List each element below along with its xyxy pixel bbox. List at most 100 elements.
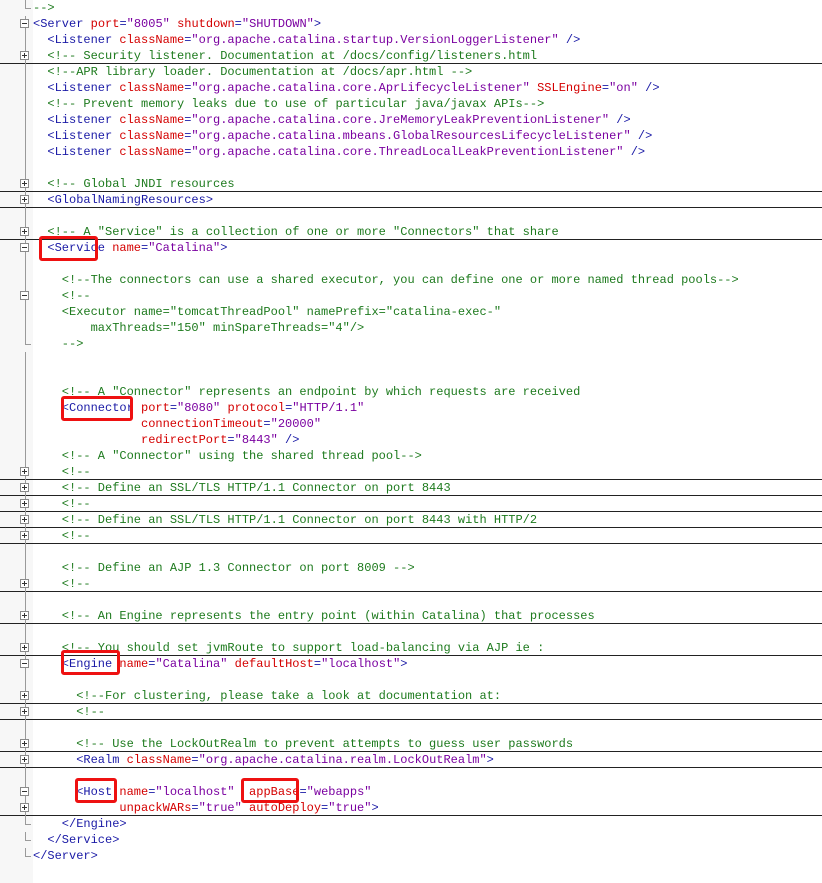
code-line[interactable]: <!-- [0,528,822,544]
fold-expand-icon[interactable] [20,643,29,652]
fold-expand-icon[interactable] [20,579,29,588]
fold-expand-icon[interactable] [20,755,29,764]
code-line[interactable] [0,352,822,368]
code-text: <!-- You should set jvmRoute to support … [62,640,544,656]
fold-expand-icon[interactable] [20,179,29,188]
code-line[interactable] [0,768,822,784]
code-line[interactable] [0,624,822,640]
code-line[interactable] [0,160,822,176]
code-token: > [400,657,408,671]
code-token: "8080" [177,401,221,415]
code-token: <!-- Define an SSL/TLS HTTP/1.1 Connecto… [61,513,538,527]
fold-expand-icon[interactable] [20,691,29,700]
code-line[interactable]: <!-- A "Connector" using the shared thre… [0,448,822,464]
code-line[interactable]: <!-- Prevent memory leaks due to use of … [0,96,822,112]
fold-expand-icon[interactable] [20,51,29,60]
code-line[interactable]: unpackWARs="true" autoDeploy="true"> [0,800,822,816]
code-line[interactable]: <!-- Define an SSL/TLS HTTP/1.1 Connecto… [0,512,822,528]
code-line[interactable]: <Listener className="org.apache.catalina… [0,128,822,144]
code-line[interactable] [0,592,822,608]
code-token: port [90,17,120,31]
code-text: <Listener className="org.apache.catalina… [47,80,659,96]
code-line[interactable]: --> [0,336,822,352]
code-line[interactable]: <!-- Define an SSL/TLS HTTP/1.1 Connecto… [0,480,822,496]
fold-expand-icon[interactable] [20,467,29,476]
code-text: <!--The connectors can use a shared exec… [62,272,739,288]
code-line[interactable]: <GlobalNamingResources> [0,192,822,208]
code-line[interactable]: <Server port="8005" shutdown="SHUTDOWN"> [0,16,822,32]
fold-expand-icon[interactable] [20,515,29,524]
fold-expand-icon[interactable] [20,611,29,620]
code-text: <Realm className="org.apache.catalina.re… [76,752,494,768]
fold-expand-icon[interactable] [20,195,29,204]
code-line[interactable]: <!-- Define an AJP 1.3 Connector on port… [0,560,822,576]
fold-expand-icon[interactable] [20,483,29,492]
code-line[interactable]: <!-- [0,464,822,480]
code-line[interactable]: <!-- Security listener. Documentation at… [0,48,822,64]
code-line[interactable]: </Engine> [0,816,822,832]
code-line[interactable] [0,544,822,560]
code-token: /> [637,129,653,143]
code-line[interactable]: <!-- [0,288,822,304]
code-line[interactable]: <!-- A "Service" is a collection of one … [0,224,822,240]
code-line[interactable]: <!-- [0,704,822,720]
code-line[interactable]: redirectPort="8443" /> [0,432,822,448]
code-token: </Service> [47,833,120,847]
code-line[interactable] [0,368,822,384]
code-line[interactable] [0,256,822,272]
code-line[interactable]: <Listener className="org.apache.catalina… [0,144,822,160]
code-token: className [119,145,185,159]
code-token: = [299,785,307,799]
code-token: "Catalina" [155,657,228,671]
fold-collapse-icon[interactable] [20,291,29,300]
code-line[interactable]: <Engine name="Catalina" defaultHost="loc… [0,656,822,672]
code-line[interactable]: <!-- Use the LockOutRealm to prevent att… [0,736,822,752]
code-token: "org.apache.catalina.startup.VersionLogg… [191,33,559,47]
xml-code-editor[interactable]: --> <Server port="8005" shutdown="SHUTDOW… [0,0,822,883]
code-token: className [119,129,185,143]
code-line[interactable]: <!-- [0,496,822,512]
fold-guide [25,560,26,576]
code-line[interactable] [0,208,822,224]
code-token: connectionTimeout [141,417,264,431]
code-line[interactable]: maxThreads="150" minSpareThreads="4"/> [0,320,822,336]
code-text: <!-- A "Service" is a collection of one … [47,224,558,240]
highlight-service [39,236,98,261]
code-line[interactable]: <Service name="Catalina"> [0,240,822,256]
fold-expand-icon[interactable] [20,531,29,540]
code-line[interactable]: <!--The connectors can use a shared exec… [0,272,822,288]
fold-guide [25,768,26,784]
fold-expand-icon[interactable] [20,227,29,236]
code-line[interactable]: <!--For clustering, please take a look a… [0,688,822,704]
code-line[interactable]: <!-- You should set jvmRoute to support … [0,640,822,656]
fold-guide [25,832,26,840]
fold-expand-icon[interactable] [20,803,29,812]
code-line[interactable]: <Executor name="tomcatThreadPool" namePr… [0,304,822,320]
fold-collapse-icon[interactable] [20,659,29,668]
fold-guide [25,720,26,736]
code-token: "localhost" [155,785,235,799]
code-line[interactable]: <Realm className="org.apache.catalina.re… [0,752,822,768]
code-line[interactable] [0,672,822,688]
code-line[interactable]: --> [0,0,822,16]
fold-expand-icon[interactable] [20,499,29,508]
fold-expand-icon[interactable] [20,739,29,748]
fold-collapse-icon[interactable] [20,787,29,796]
code-token: maxThreads="150" minSpareThreads="4"/> [90,321,365,335]
code-line[interactable]: <!-- [0,576,822,592]
code-line[interactable]: <Host name="localhost" appBase="webapps" [0,784,822,800]
code-token: <!-- [76,705,105,719]
fold-expand-icon[interactable] [20,707,29,716]
code-line[interactable]: </Server> [0,848,822,864]
code-line[interactable]: <!--APR library loader. Documentation at… [0,64,822,80]
code-line[interactable] [0,720,822,736]
fold-collapse-icon[interactable] [20,19,29,28]
fold-collapse-icon[interactable] [20,243,29,252]
code-line[interactable]: <Listener className="org.apache.catalina… [0,32,822,48]
code-line[interactable]: <!-- Global JNDI resources [0,176,822,192]
fold-guide [25,0,26,8]
code-line[interactable]: <!-- An Engine represents the entry poin… [0,608,822,624]
code-line[interactable]: </Service> [0,832,822,848]
code-line[interactable]: <Listener className="org.apache.catalina… [0,112,822,128]
code-line[interactable]: <Listener className="org.apache.catalina… [0,80,822,96]
